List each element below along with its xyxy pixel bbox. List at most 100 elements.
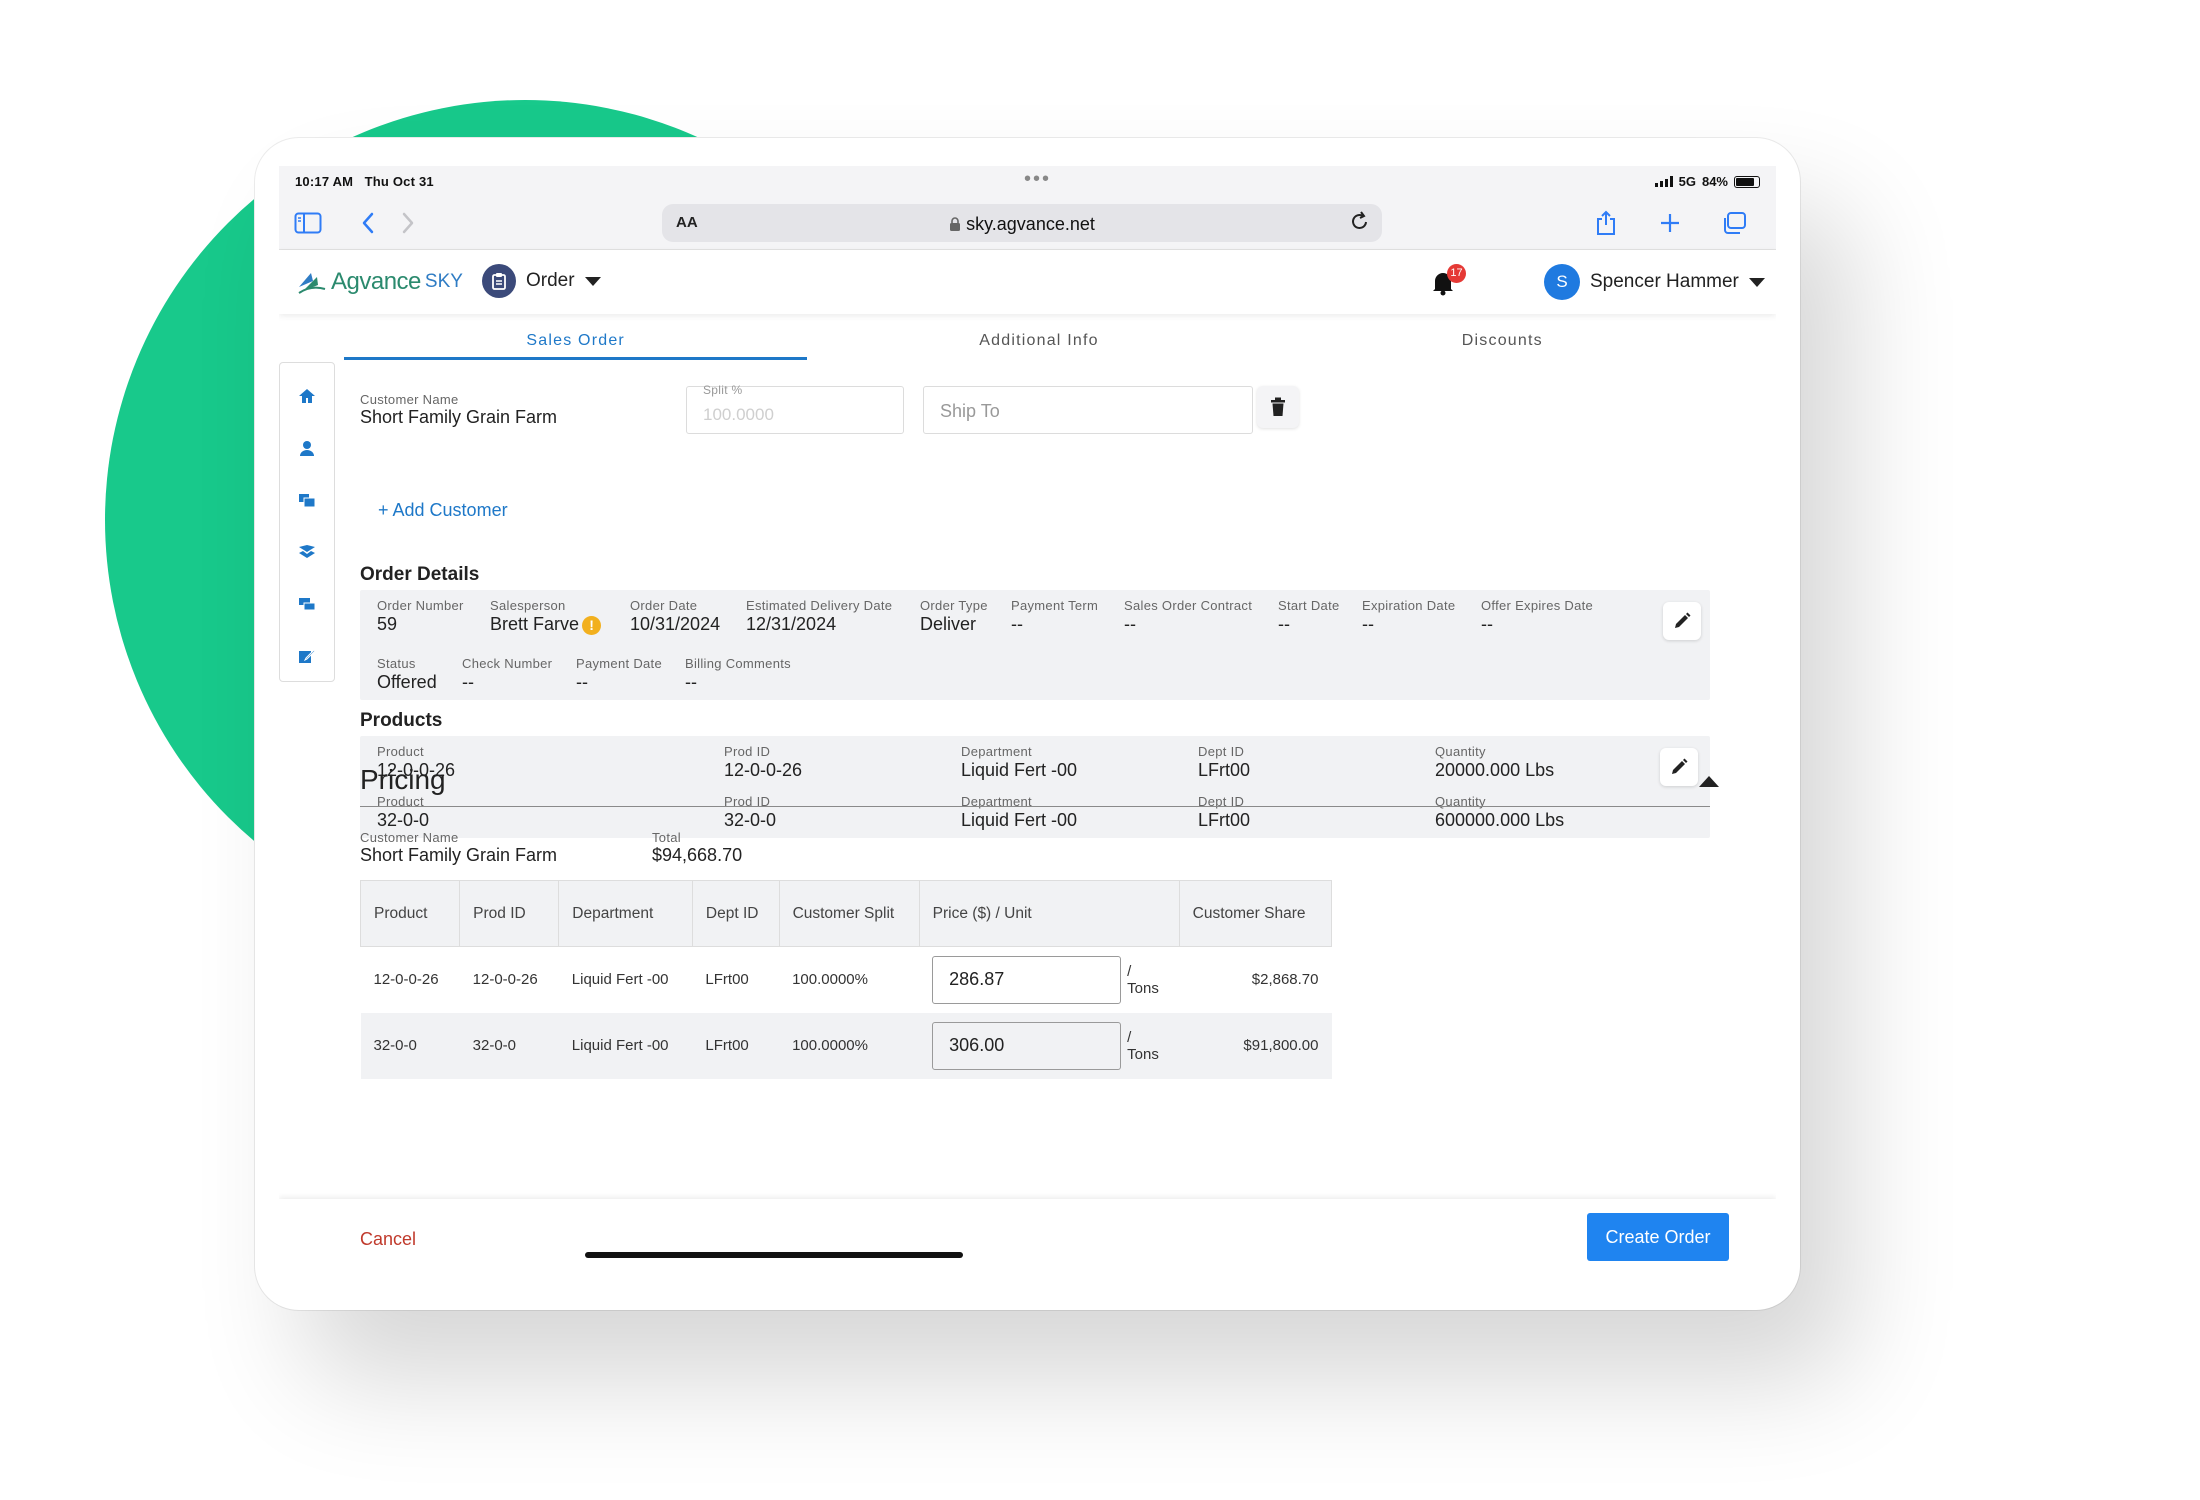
- status-bar: 10:17 AM Thu Oct 31 ••• 5G 84%: [279, 166, 1776, 196]
- create-order-button[interactable]: Create Order: [1587, 1213, 1729, 1261]
- order-details-panel: Order Number 59 Salesperson Brett Farve! O…: [360, 590, 1710, 700]
- chevron-down-icon: [584, 276, 601, 286]
- home-indicator[interactable]: [585, 1252, 963, 1258]
- customer-name-field: Customer Name Short Family Grain Farm: [360, 392, 557, 428]
- logo-text: Agvance: [331, 268, 421, 295]
- module-label: Order: [526, 270, 575, 291]
- multitask-dots[interactable]: •••: [1024, 168, 1051, 191]
- payment-term-field: Payment Term --: [1011, 598, 1099, 634]
- pricing-total-value: $94,668.70: [652, 845, 743, 865]
- col-customer-share: Customer Share: [1178, 880, 1333, 947]
- start-date-field: Start Date --: [1278, 598, 1340, 634]
- products-panel: Product 12-0-0-26 Prod ID 12-0-0-26 Depart…: [360, 736, 1710, 838]
- department-field: Department Liquid Fert -00: [961, 794, 1078, 830]
- forward-icon[interactable]: [393, 208, 423, 238]
- split-percent-label: Split %: [703, 383, 743, 397]
- share-icon[interactable]: [1591, 208, 1621, 238]
- expiration-date-field: Expiration Date --: [1362, 598, 1456, 634]
- battery-percent: 84%: [1701, 174, 1728, 189]
- billing-comments-field: Billing Comments --: [685, 656, 791, 692]
- quantity-field: Quantity 20000.000 Lbs: [1435, 744, 1555, 780]
- chevron-down-icon: [1748, 277, 1765, 287]
- address-bar[interactable]: AA sky.agvance.net: [662, 204, 1382, 242]
- warning-icon[interactable]: !: [582, 616, 602, 636]
- split-percent-placeholder: 100.0000: [703, 405, 774, 424]
- customer-share-value: $91,800.00: [1179, 1012, 1332, 1079]
- transfer-icon[interactable]: [296, 541, 318, 563]
- ship-to-input[interactable]: Ship To: [923, 386, 1253, 434]
- notifications-button[interactable]: 17: [1431, 264, 1466, 298]
- tab-discounts[interactable]: Discounts: [1271, 326, 1734, 360]
- delete-customer-button[interactable]: [1257, 386, 1299, 428]
- order-tabs: Sales Order Additional Info Discounts: [344, 326, 1734, 360]
- pricing-table-header: Product Prod ID Department Dept ID Custo…: [359, 880, 1333, 947]
- price-unit: / Tons: [1127, 1028, 1159, 1063]
- tab-sales-order[interactable]: Sales Order: [344, 326, 808, 360]
- tab-additional-info[interactable]: Additional Info: [807, 326, 1270, 360]
- notification-count-badge: 17: [1447, 264, 1466, 283]
- tabs-overview-icon[interactable]: [1719, 208, 1749, 238]
- col-dept-id: Dept ID: [691, 880, 780, 947]
- edit-products-button[interactable]: [1660, 748, 1698, 786]
- trash-icon: [1271, 397, 1285, 416]
- customer-icon[interactable]: [296, 437, 318, 459]
- logo-sub: SKY: [424, 271, 463, 292]
- col-prod-id: Prod ID: [459, 880, 560, 947]
- sidebar-toggle-icon[interactable]: [293, 208, 323, 238]
- pencil-icon: [1675, 612, 1691, 628]
- ship-to-placeholder: Ship To: [940, 401, 1000, 421]
- offer-expires-date-field: Offer Expires Date --: [1481, 598, 1594, 634]
- url-text: sky.agvance.net: [662, 214, 1382, 235]
- network-label: 5G: [1678, 174, 1696, 189]
- quantity-field: Quantity 600000.000 Lbs: [1435, 794, 1565, 830]
- pricing-divider: [360, 806, 1710, 807]
- back-icon[interactable]: [353, 208, 383, 238]
- customer-name-value: Short Family Grain Farm: [360, 407, 558, 427]
- check-number-field: Check Number --: [462, 656, 553, 692]
- home-icon[interactable]: [296, 385, 318, 407]
- status-time: 10:17 AM Thu Oct 31: [295, 174, 434, 189]
- collapse-caret-icon[interactable]: [1699, 776, 1719, 787]
- reload-icon[interactable]: [1350, 210, 1370, 238]
- avatar: S: [1544, 264, 1580, 300]
- order-type-field: Order Type Deliver: [920, 598, 988, 634]
- price-input[interactable]: 286.87: [932, 955, 1122, 1004]
- order-date-field: Order Date 10/31/2024: [630, 598, 721, 634]
- user-menu[interactable]: S Spencer Hammer: [1544, 264, 1765, 300]
- agvance-logo[interactable]: Agvance SKY: [297, 268, 463, 296]
- dept-id-field: Dept ID LFrt00: [1198, 744, 1251, 780]
- edit-order-details-button[interactable]: [1663, 602, 1701, 640]
- prod-id-field: Prod ID 12-0-0-26: [724, 744, 803, 780]
- estimated-delivery-field: Estimated Delivery Date 12/31/2024: [746, 598, 893, 634]
- module-menu[interactable]: Order: [482, 264, 601, 298]
- agvance-leaf-icon: [298, 273, 326, 294]
- tablet-screen: 10:17 AM Thu Oct 31 ••• 5G 84% AA sky.ag…: [279, 166, 1776, 1281]
- user-name: Spencer Hammer: [1590, 271, 1739, 292]
- add-customer-link[interactable]: + Add Customer: [378, 500, 508, 521]
- payment-date-field: Payment Date --: [576, 656, 662, 692]
- prod-id-field: Prod ID 32-0-0: [724, 794, 777, 830]
- price-input[interactable]: 306.00: [932, 1021, 1122, 1070]
- pricing-title: Pricing: [360, 764, 446, 795]
- orders-icon[interactable]: [296, 489, 318, 511]
- app-header: Agvance SKY Order 17 S Spencer Hammer: [279, 250, 1776, 314]
- lock-icon: [950, 217, 961, 231]
- status-right: 5G 84%: [1654, 174, 1760, 189]
- order-details-title: Order Details: [360, 564, 480, 585]
- col-price-per-unit: Price ($) / Unit: [918, 880, 1180, 947]
- new-tab-icon[interactable]: [1655, 208, 1685, 238]
- pricing-total-field: Total $94,668.70: [652, 830, 743, 865]
- col-customer-split: Customer Split: [778, 880, 920, 947]
- clipboard-icon: [482, 264, 516, 298]
- cancel-button[interactable]: Cancel: [360, 1229, 416, 1250]
- edit-document-icon[interactable]: [296, 645, 318, 667]
- sales-order-contract-field: Sales Order Contract --: [1124, 598, 1253, 634]
- inventory-icon[interactable]: [296, 593, 318, 615]
- col-department: Department: [558, 880, 693, 947]
- table-row: 12-0-0-26 12-0-0-26 Liquid Fert -00 LFrt…: [361, 947, 1332, 1013]
- split-percent-input[interactable]: Split % 100.0000: [686, 383, 904, 434]
- col-product: Product: [359, 880, 461, 947]
- pencil-icon: [1672, 758, 1688, 774]
- signal-icon: [1654, 176, 1673, 187]
- price-unit: / Tons: [1127, 962, 1159, 997]
